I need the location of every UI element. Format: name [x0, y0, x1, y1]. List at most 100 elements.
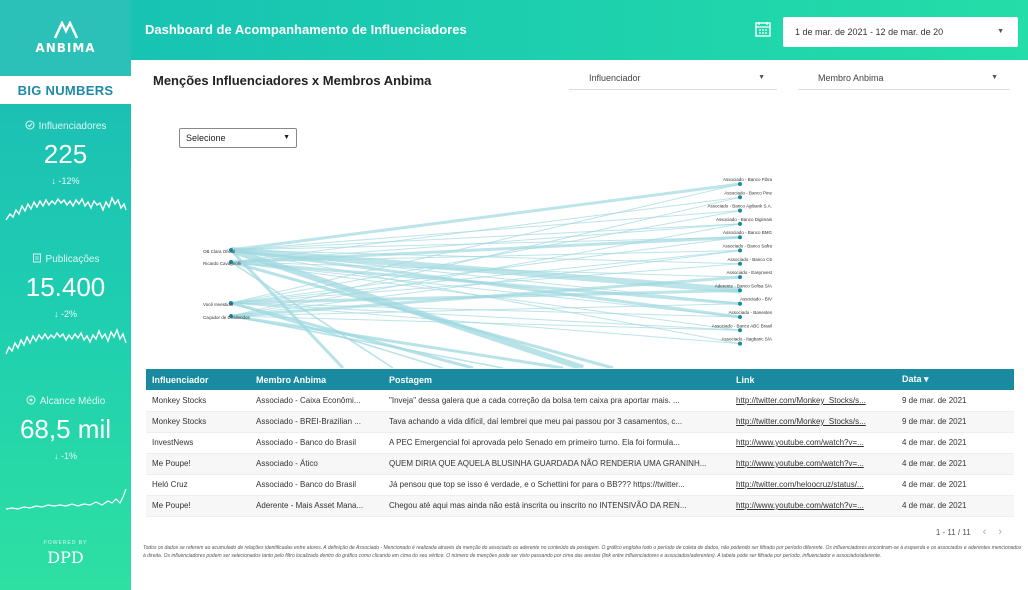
table-cell: 9 de mar. de 2021 — [896, 390, 1014, 412]
table-cell: Chegou até aqui mas ainda não está inscr… — [383, 495, 730, 517]
member-node[interactable] — [738, 221, 742, 226]
powered-by: POWERED BY DPD — [0, 540, 131, 567]
member-node[interactable] — [738, 341, 742, 346]
member-node-label: Associado - Banco BMG — [723, 230, 773, 235]
sparkline-alcance — [5, 488, 127, 510]
chevron-right-icon[interactable]: › — [998, 526, 1002, 538]
link-cell[interactable]: http://twitter.com/Monkey_Stocks/s... — [730, 411, 896, 433]
table-row[interactable]: InvestNews Associado - Banco do Brasil A P… — [146, 432, 1014, 454]
table-cell: InvestNews — [146, 432, 250, 454]
member-node[interactable] — [738, 261, 742, 266]
member-node[interactable] — [738, 182, 742, 186]
footnote: Todos os dados se referem ao acumulado d… — [143, 545, 1022, 559]
date-range-select[interactable]: 1 de mar. de 2021 - 12 de mar. de 20 ▼ — [783, 17, 1018, 47]
chevron-down-icon: ▼ — [991, 74, 998, 81]
table-body: Monkey Stocks Associado - Caixa Econômi..… — [146, 390, 1014, 517]
mentions-table: Influenciador Membro Anbima Postagem Link Da… — [146, 369, 1014, 542]
link-cell[interactable]: http://www.youtube.com/watch?v=... — [730, 432, 896, 454]
member-node[interactable] — [738, 248, 742, 253]
sparkline-influenciadores — [4, 196, 127, 221]
member-node-label: Associado - Banco Fibra — [723, 177, 773, 182]
metric-label: Alcance Médio — [39, 396, 106, 407]
link-cell[interactable]: http://twitter.com/Monkey_Stocks/s... — [730, 390, 896, 412]
metric-delta: ↓ -1% — [53, 451, 78, 461]
influenciador-filter[interactable]: Influenciador ▼ — [569, 66, 777, 90]
influencer-node-label: OB Clara Oficial — [203, 249, 235, 254]
anbima-logo: ANBIMA — [0, 0, 131, 76]
table-cell: Me Poupe! — [146, 453, 250, 475]
member-node-label: Aderente - Banco Sofisa S/A — [715, 283, 772, 288]
column-header[interactable]: Postagem — [383, 369, 730, 390]
column-header[interactable]: Membro Anbima — [250, 369, 383, 390]
member-node[interactable] — [738, 301, 742, 306]
chevron-down-icon: ▼ — [758, 74, 765, 81]
section-title: Menções Influenciadores x Membros Anbima — [153, 73, 432, 88]
table-cell: QUEM DIRIA QUE AQUELA BLUSINHA GUARDADA … — [383, 453, 730, 475]
column-header[interactable]: Data ▾ — [896, 369, 1014, 390]
select-value: Selecione — [186, 133, 226, 143]
member-node-label: Associado - Banco Digimais — [716, 217, 773, 222]
link-cell[interactable]: http://www.youtube.com/watch?v=... — [730, 495, 896, 517]
table-cell: Associado - Caixa Econômi... — [250, 390, 383, 412]
table-cell: Associado - BREI-Brazilian ... — [250, 411, 383, 433]
metric-value: 68,5 mil — [19, 414, 112, 444]
calendar-icon[interactable] — [755, 21, 771, 37]
table-cell: 4 de mar. de 2021 — [896, 474, 1014, 496]
member-node[interactable] — [738, 195, 742, 200]
filter-label: Influenciador — [589, 72, 641, 83]
table-cell: Monkey Stocks — [146, 390, 250, 412]
link-cell[interactable]: http://www.youtube.com/watch?v=... — [730, 453, 896, 475]
table-row[interactable]: Heló Cruz Associado - Banco do Brasil Já p… — [146, 474, 1014, 496]
table-cell: A PEC Emergencial foi aprovada pelo Sena… — [383, 432, 730, 454]
table-row[interactable]: Me Poupe! Associado - Ático QUEM DIRIA QUE… — [146, 453, 1014, 475]
powered-by-label: POWERED BY — [43, 540, 88, 546]
member-node[interactable] — [738, 275, 742, 280]
member-node-label: Associado - Easynvest — [726, 270, 772, 275]
member-node[interactable] — [738, 288, 742, 293]
table-cell: Me Poupe! — [146, 495, 250, 517]
member-node[interactable] — [738, 208, 742, 213]
membro-anbima-filter[interactable]: Membro Anbima ▼ — [798, 66, 1010, 90]
down-arrow-icon: ↓ — [53, 309, 61, 319]
chevron-left-icon[interactable]: ‹ — [983, 526, 987, 538]
sidebar: ANBIMA BIG NUMBERS Influenciadores 225 ↓… — [0, 0, 131, 590]
sparkline-publicacoes — [4, 328, 127, 355]
table-row[interactable]: Monkey Stocks Associado - Caixa Econômi..… — [146, 390, 1014, 412]
influencer-node-label: Caçador de Dividendos — [203, 315, 251, 320]
link-cell[interactable]: http://twitter.com/heloocruz/status/... — [730, 474, 896, 496]
document-icon — [32, 253, 42, 266]
metric-value: 15.400 — [25, 272, 106, 302]
member-node[interactable] — [738, 328, 742, 333]
network-graph: OB Clara Oficial Ricardo Cavagnolli Você I… — [143, 98, 1019, 371]
member-node-label: Associado - Banco Safra — [722, 244, 772, 249]
member-node[interactable] — [738, 315, 742, 319]
influencer-node-label: Você Investidor — [203, 302, 234, 307]
influencer-select[interactable]: Selecione ▼ — [179, 128, 297, 148]
pagination: 1 - 11 / 11 ‹ › — [936, 526, 1002, 538]
logo-text: ANBIMA — [35, 41, 96, 55]
big-numbers-tab[interactable]: BIG NUMBERS — [0, 76, 131, 104]
metric-delta: ↓ -2% — [53, 309, 78, 319]
member-node[interactable] — [738, 235, 742, 240]
influencer-node-label: Ricardo Cavagnolli — [203, 261, 241, 266]
down-arrow-icon: ↓ — [53, 451, 61, 461]
chevron-down-icon: ▼ — [997, 28, 1004, 35]
down-arrow-icon: ↓ — [51, 176, 59, 186]
column-header[interactable]: Influenciador — [146, 369, 250, 390]
metric-delta: ↓ -12% — [51, 176, 80, 186]
table-cell: Associado - Ático — [250, 453, 383, 475]
main-panel: Menções Influenciadores x Membros Anbima… — [143, 64, 1019, 542]
table-cell: Tava achando a vida difícil, daí lembrei… — [383, 411, 730, 433]
table-cell: Associado - Banco do Brasil — [250, 474, 383, 496]
reach-icon — [26, 395, 36, 408]
table-row[interactable]: Monkey Stocks Associado - BREI-Brazilian … — [146, 411, 1014, 433]
metric-value: 225 — [43, 139, 88, 169]
table-header-row: Influenciador Membro Anbima Postagem Link Da… — [146, 369, 1014, 390]
table-cell: Heló Cruz — [146, 474, 250, 496]
member-node-label: Associado - Banco Agibank S.A. — [707, 204, 772, 209]
table-cell: Monkey Stocks — [146, 411, 250, 433]
graph-edge[interactable] — [230, 223, 741, 251]
column-header[interactable]: Link — [730, 369, 896, 390]
table-row[interactable]: Me Poupe! Aderente - Mais Asset Mana... Ch… — [146, 495, 1014, 517]
page-title: Dashboard de Acompanhamento de Influenci… — [145, 22, 467, 37]
